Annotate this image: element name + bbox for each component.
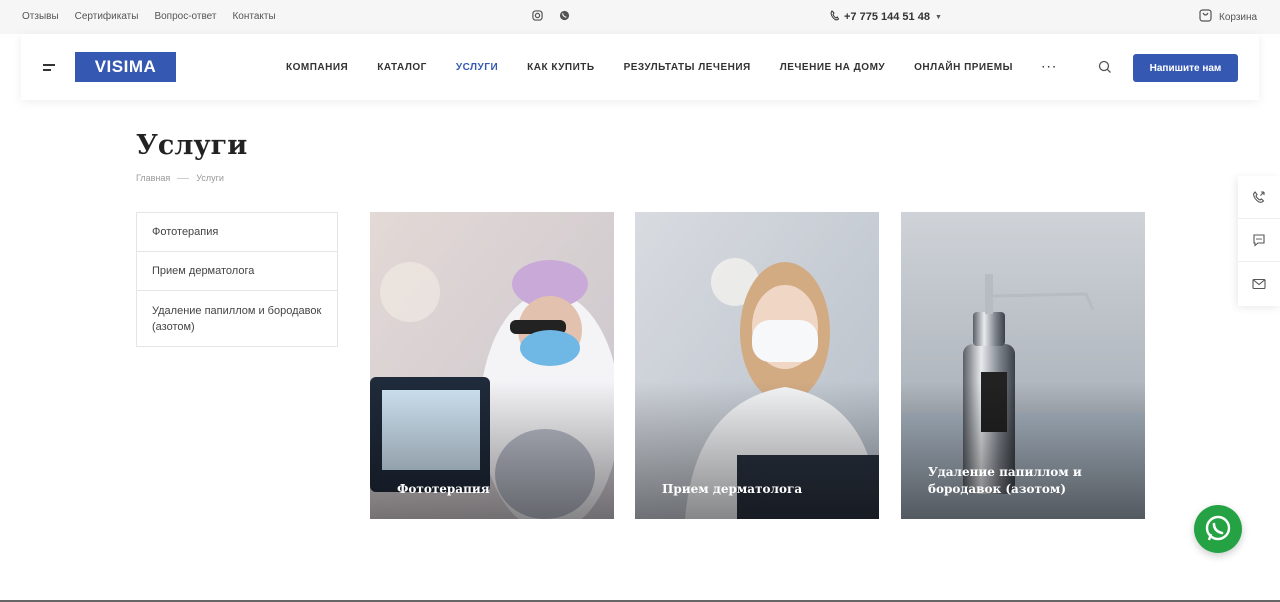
nav-catalog[interactable]: КАТАЛОГ xyxy=(377,62,427,73)
nav-online-appointments[interactable]: ОНЛАЙН ПРИЕМЫ xyxy=(914,62,1013,73)
phototherapy-image xyxy=(370,212,614,519)
breadcrumb: Главная Услуги xyxy=(136,173,224,183)
card-title: Фототерапия xyxy=(397,482,490,496)
phone-number: +7 775 144 51 48 xyxy=(844,11,930,23)
breadcrumb-current: Услуги xyxy=(196,173,224,183)
card-title: Удаление папиллом и бородавок (азотом) xyxy=(928,465,1082,496)
breadcrumb-separator xyxy=(177,177,190,179)
side-item-dermatologist[interactable]: Прием дерматолога xyxy=(137,252,337,291)
logo[interactable]: VISIMA xyxy=(75,52,176,82)
nav-how-to-buy[interactable]: КАК КУПИТЬ xyxy=(527,62,594,73)
side-item-phototherapy[interactable]: Фототерапия xyxy=(137,213,337,252)
chat-icon[interactable] xyxy=(1238,219,1280,262)
top-link-reviews[interactable]: Отзывы xyxy=(22,11,59,22)
whatsapp-icon xyxy=(1205,515,1231,541)
phone-icon xyxy=(830,10,840,24)
menu-burger-icon[interactable] xyxy=(43,64,55,74)
card-title: Прием дерматолога xyxy=(662,482,803,496)
instagram-icon[interactable] xyxy=(532,10,543,21)
service-card-papilloma-removal[interactable]: Удаление папиллом и бородавок (азотом) xyxy=(901,212,1145,519)
page-title: Услуги xyxy=(136,130,248,161)
top-link-certificates[interactable]: Сертификаты xyxy=(75,11,139,22)
main-header: VISIMA КОМПАНИЯ КАТАЛОГ УСЛУГИ КАК КУПИТ… xyxy=(21,34,1259,100)
search-icon[interactable] xyxy=(1098,60,1112,79)
service-card-dermatologist[interactable]: Прием дерматолога xyxy=(635,212,879,519)
contact-side-panel xyxy=(1238,176,1280,306)
top-link-contacts[interactable]: Контакты xyxy=(232,11,275,22)
nav-services[interactable]: УСЛУГИ xyxy=(456,62,498,73)
nav-results[interactable]: РЕЗУЛЬТАТЫ ЛЕЧЕНИЯ xyxy=(624,62,751,73)
chevron-down-icon: ▼ xyxy=(934,13,942,21)
write-us-button[interactable]: Напишите нам xyxy=(1133,54,1238,82)
whatsapp-icon[interactable] xyxy=(559,10,570,21)
side-item-papilloma-removal[interactable]: Удаление папиллом и бородавок (азотом) xyxy=(137,291,337,346)
top-bar: Отзывы Сертификаты Вопрос-ответ Контакты… xyxy=(0,0,1280,34)
cart-icon xyxy=(1199,9,1212,25)
main-nav: КОМПАНИЯ КАТАЛОГ УСЛУГИ КАК КУПИТЬ РЕЗУЛ… xyxy=(286,62,1058,73)
social-links xyxy=(532,10,570,21)
cart-link[interactable]: Корзина xyxy=(1199,9,1257,25)
dermatologist-image xyxy=(635,212,879,519)
whatsapp-float-button[interactable] xyxy=(1194,505,1242,553)
nav-more-icon[interactable]: ··· xyxy=(1042,62,1058,73)
side-menu: Фототерапия Прием дерматолога Удаление п… xyxy=(136,212,338,347)
cart-label: Корзина xyxy=(1219,11,1258,23)
nav-home-treatment[interactable]: ЛЕЧЕНИЕ НА ДОМУ xyxy=(780,62,885,73)
top-link-faq[interactable]: Вопрос-ответ xyxy=(154,11,216,22)
service-card-phototherapy[interactable]: Фототерапия xyxy=(370,212,614,519)
phone-selector[interactable]: +7 775 144 51 48 ▼ xyxy=(830,10,942,24)
breadcrumb-home[interactable]: Главная xyxy=(136,173,170,183)
nav-company[interactable]: КОМПАНИЯ xyxy=(286,62,348,73)
top-links: Отзывы Сертификаты Вопрос-ответ Контакты xyxy=(22,11,276,22)
callback-icon[interactable] xyxy=(1238,176,1280,219)
mail-icon[interactable] xyxy=(1238,262,1280,305)
